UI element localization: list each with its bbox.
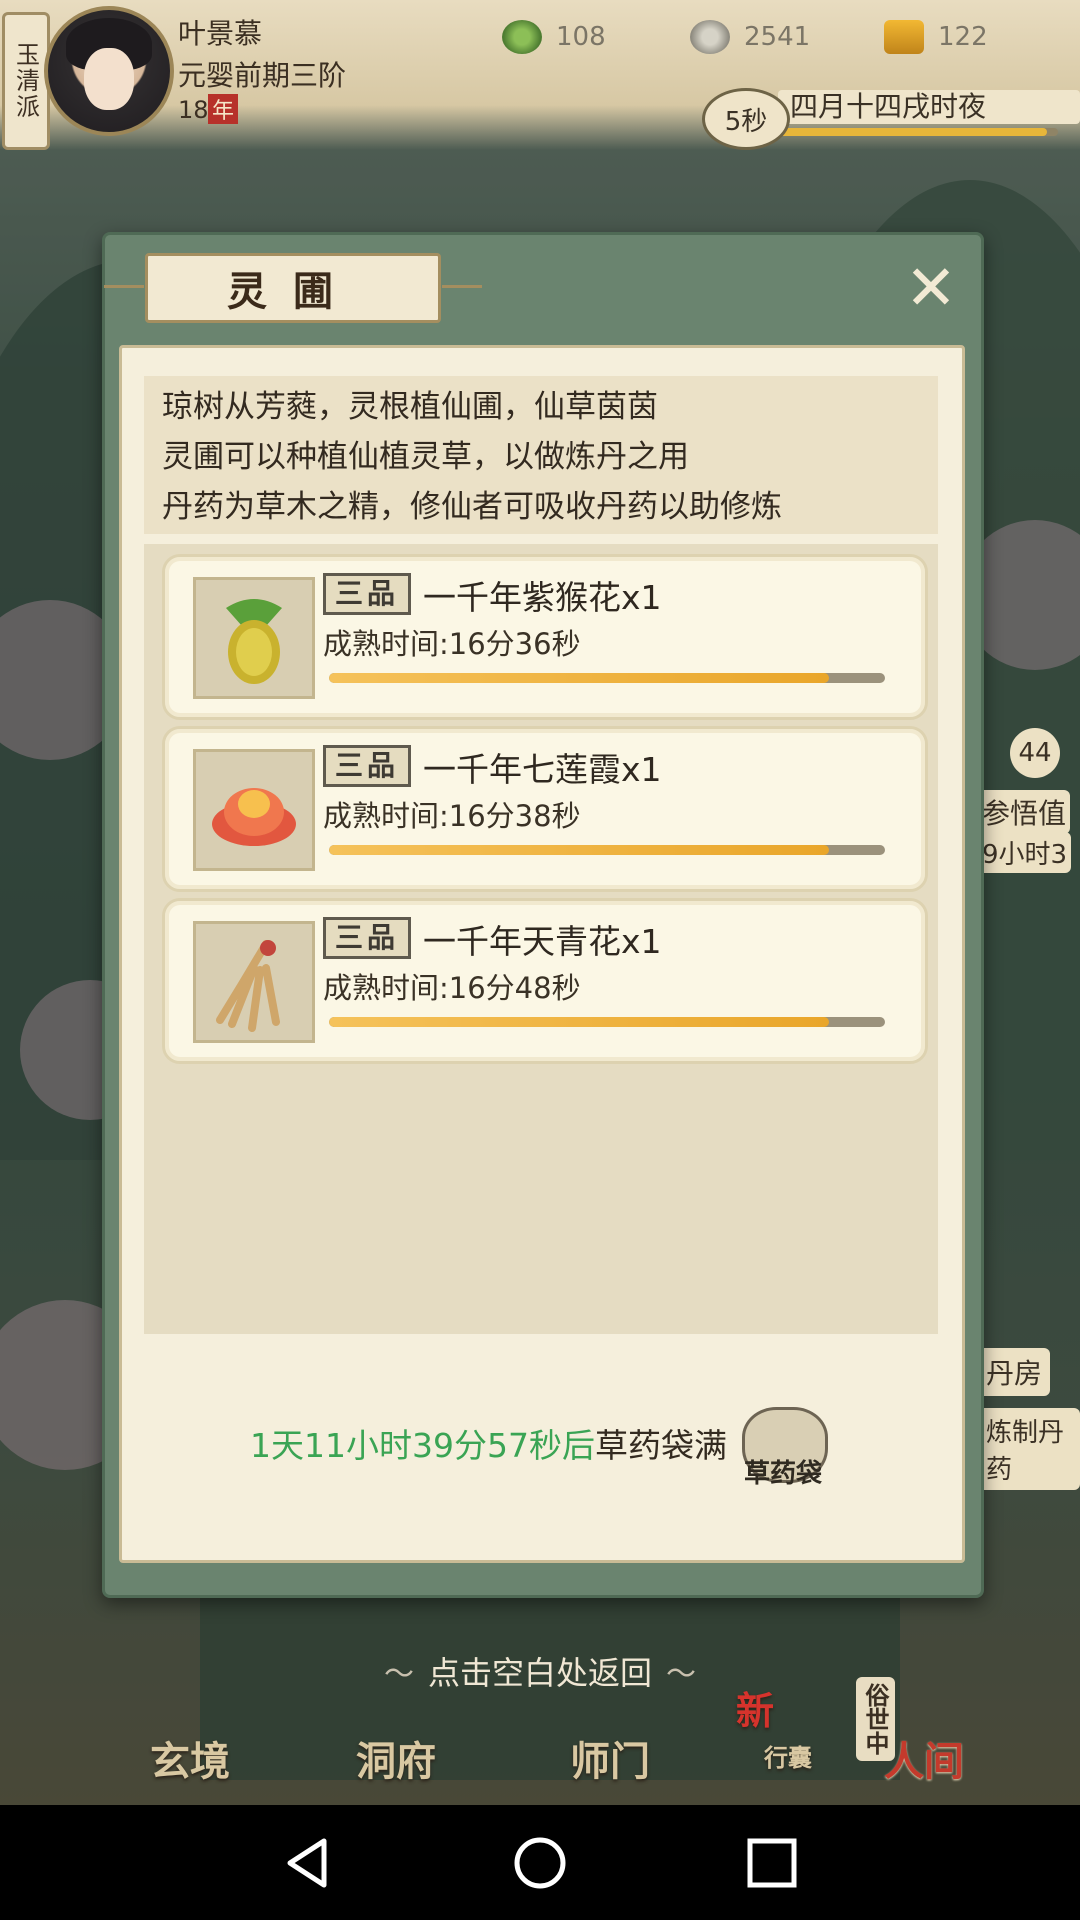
close-button[interactable]: ✕ bbox=[897, 257, 965, 325]
herb-name: 一千年七莲霞x1 bbox=[423, 750, 662, 789]
pill-room-desc: 炼制丹药 bbox=[978, 1408, 1080, 1490]
calendar-label: 四月十四戌时夜 bbox=[778, 90, 1080, 124]
coin-icon bbox=[690, 20, 730, 54]
nav-shimen[interactable]: 师门 bbox=[570, 1729, 650, 1787]
top-hud: 玉清派 叶景慕 元婴前期三阶 18 年 108 2541 122 四月十四戌时夜… bbox=[0, 0, 1080, 150]
nav-xuanjing[interactable]: 玄境 bbox=[150, 1729, 230, 1787]
herb-progress bbox=[329, 1017, 885, 1027]
herb-grade: 三品 bbox=[323, 745, 411, 787]
swirl-right-icon: 〜 bbox=[666, 1657, 696, 1692]
back-icon[interactable] bbox=[280, 1835, 336, 1891]
bag-status: 1天11小时39分57秒后草药袋满 草药袋 bbox=[122, 1403, 962, 1489]
countdown-time: 1天11小时39分57秒后 bbox=[250, 1426, 595, 1465]
player-name: 叶景慕 bbox=[178, 17, 263, 50]
resource-coin[interactable]: 2541 bbox=[690, 20, 810, 54]
herb-row[interactable]: 三品 一千年七莲霞x1 成熟时间:16分38秒 bbox=[162, 726, 928, 892]
herb-time: 成熟时间:16分38秒 bbox=[323, 799, 581, 833]
resource-trophy[interactable]: 122 bbox=[884, 20, 988, 54]
herb-name: 一千年紫猴花x1 bbox=[423, 578, 662, 617]
herb-progress bbox=[329, 673, 885, 683]
herb-row[interactable]: 三品 一千年天青花x1 成熟时间:16分48秒 bbox=[162, 898, 928, 1064]
world-tag: 俗世中 bbox=[856, 1677, 895, 1761]
trophy-icon bbox=[884, 20, 924, 54]
side-badge[interactable]: 44 bbox=[1010, 728, 1060, 778]
new-badge: 新 bbox=[736, 1689, 775, 1733]
age-badge: 年 bbox=[208, 94, 238, 124]
intro-text: 琼树从芳蕤，灵根植仙圃，仙草茵茵 灵圃可以种植仙植灵草，以做炼丹之用 丹药为草木… bbox=[144, 376, 938, 534]
system-nav-bar bbox=[0, 1805, 1080, 1920]
spirit-garden-panel: 灵圃 ✕ 琼树从芳蕤，灵根植仙圃，仙草茵茵 灵圃可以种植仙植灵草，以做炼丹之用 … bbox=[102, 232, 984, 1598]
bottom-nav: 〜点击空白处返回〜 玄境 洞府 师门 新 行囊 人间 俗世中 bbox=[0, 1640, 1080, 1805]
spirit-swirl-icon bbox=[502, 20, 542, 54]
resource-spirit-value: 108 bbox=[556, 22, 606, 52]
nav-dongfu[interactable]: 洞府 bbox=[356, 1729, 436, 1787]
return-hint[interactable]: 〜点击空白处返回〜 bbox=[0, 1648, 1080, 1694]
time-display[interactable]: 四月十四戌时夜 5秒 bbox=[650, 88, 1080, 150]
lotus-icon bbox=[193, 749, 315, 871]
calendar-progress bbox=[778, 128, 1058, 136]
herb-grade: 三品 bbox=[323, 917, 411, 959]
herb-bud-icon bbox=[193, 577, 315, 699]
resource-spirit[interactable]: 108 bbox=[502, 20, 606, 54]
timer-seconds: 5秒 bbox=[702, 88, 790, 150]
bag-countdown: 1天11小时39分57秒后草药袋满 bbox=[250, 1419, 727, 1467]
root-icon bbox=[193, 921, 315, 1043]
panel-content: 琼树从芳蕤，灵根植仙圃，仙草茵茵 灵圃可以种植仙植灵草，以做炼丹之用 丹药为草木… bbox=[119, 345, 965, 1563]
pill-room-title[interactable]: 丹房 bbox=[978, 1348, 1051, 1396]
resource-trophy-value: 122 bbox=[938, 22, 988, 52]
insight-label: 参悟值 bbox=[978, 790, 1071, 834]
player-realm: 元婴前期三阶 bbox=[178, 59, 347, 92]
return-hint-text: 点击空白处返回 bbox=[427, 1654, 652, 1692]
herb-list: 三品 一千年紫猴花x1 成熟时间:16分36秒 三品 一千年七莲霞x1 成熟时间… bbox=[144, 544, 938, 1334]
herb-bag-button[interactable]: 草药袋 bbox=[732, 1403, 832, 1493]
herb-progress bbox=[329, 845, 885, 855]
sect-tag[interactable]: 玉清派 bbox=[2, 12, 50, 150]
panel-title: 灵圃 bbox=[104, 253, 482, 323]
herb-name: 一千年天青花x1 bbox=[423, 922, 662, 961]
herb-time: 成熟时间:16分36秒 bbox=[323, 627, 581, 661]
nav-renjian[interactable]: 人间 bbox=[884, 1729, 964, 1787]
herb-grade: 三品 bbox=[323, 573, 411, 615]
recents-icon[interactable] bbox=[744, 1835, 800, 1891]
intro-line: 琼树从芳蕤，灵根植仙圃，仙草茵茵 bbox=[162, 389, 658, 425]
herb-row[interactable]: 三品 一千年紫猴花x1 成熟时间:16分36秒 bbox=[162, 554, 928, 720]
swirl-left-icon: 〜 bbox=[383, 1657, 414, 1692]
resource-coin-value: 2541 bbox=[744, 22, 811, 52]
countdown-suffix: 草药袋满 bbox=[594, 1426, 727, 1465]
intro-line: 灵圃可以种植仙植灵草，以做炼丹之用 bbox=[162, 439, 689, 475]
avatar[interactable] bbox=[44, 6, 174, 136]
nav-inventory[interactable]: 行囊 bbox=[764, 1738, 812, 1773]
herb-bag-label: 草药袋 bbox=[743, 1459, 822, 1489]
herb-time: 成熟时间:16分48秒 bbox=[323, 971, 581, 1005]
player-age: 18 bbox=[178, 96, 209, 124]
home-icon[interactable] bbox=[512, 1835, 568, 1891]
intro-line: 丹药为草木之精，修仙者可吸收丹药以助修炼 bbox=[162, 489, 782, 525]
insight-time: 9小时3 bbox=[978, 832, 1072, 873]
